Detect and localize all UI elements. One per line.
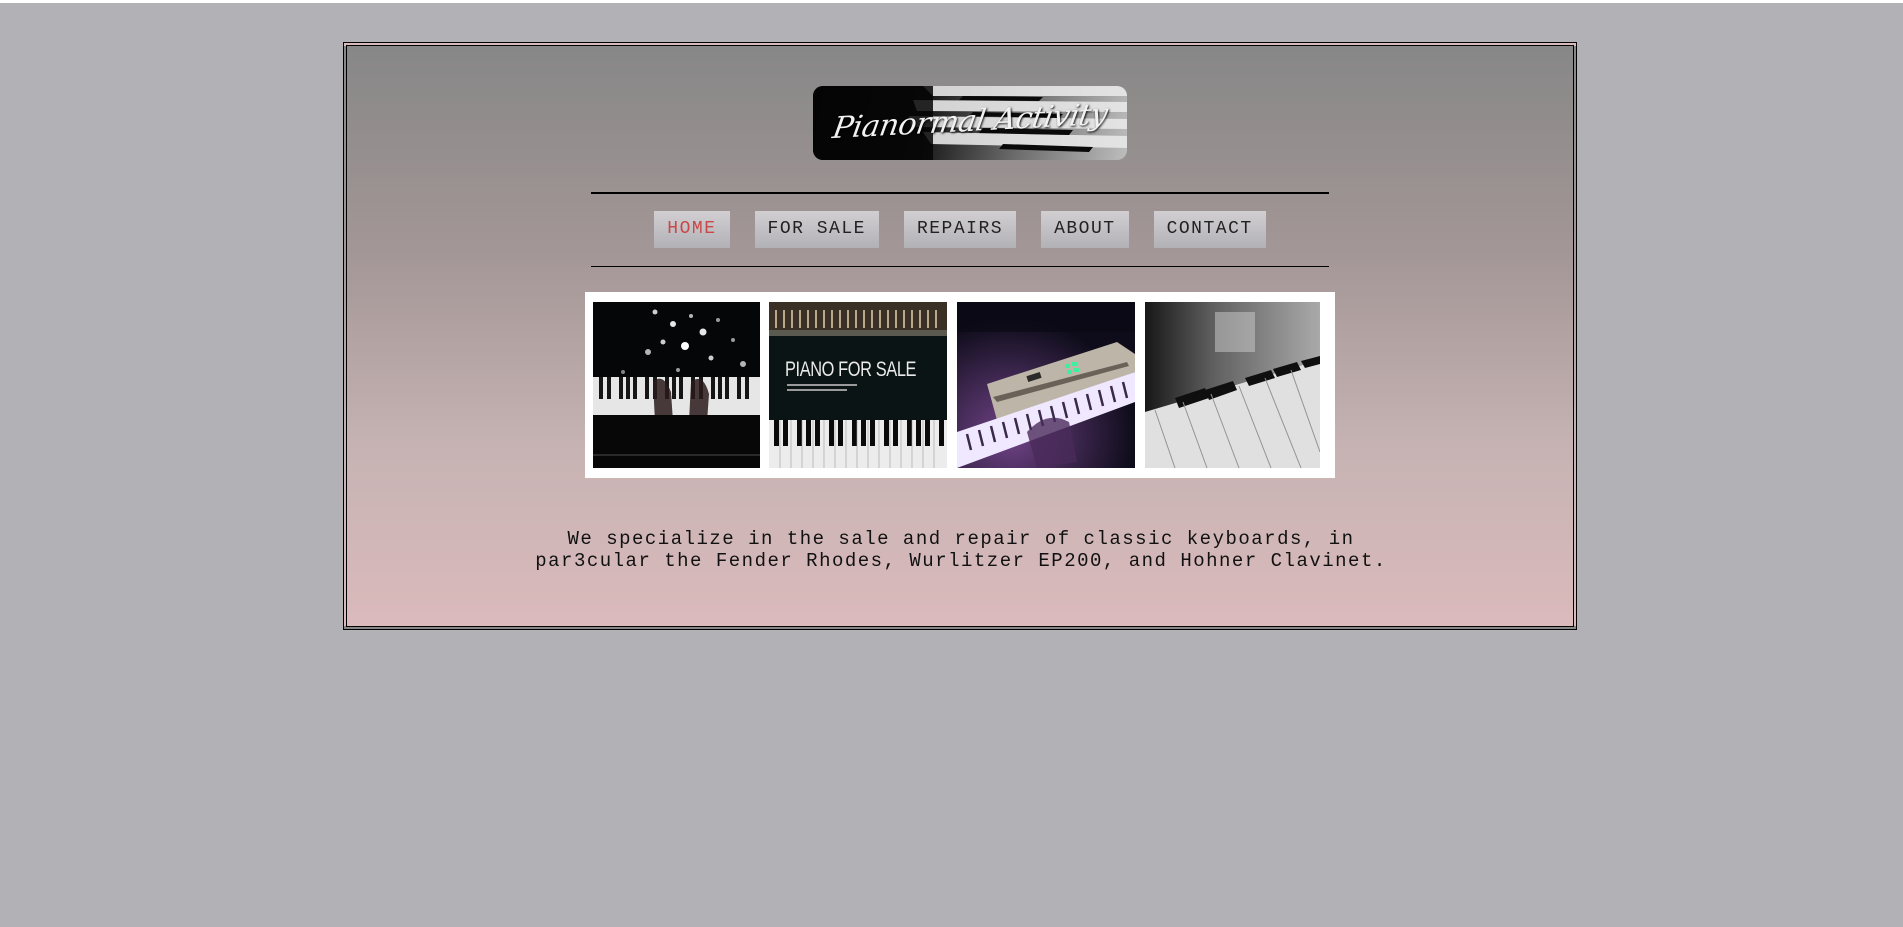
- piano-for-sale-photo[interactable]: PIANO FOR SALE: [769, 302, 947, 468]
- nav-home[interactable]: HOME: [654, 211, 730, 248]
- nav-about[interactable]: ABOUT: [1041, 211, 1129, 248]
- page-container: Pianormal Activity HOME FOR SALE REPAIRS…: [343, 42, 1577, 630]
- nav-repairs[interactable]: REPAIRS: [903, 211, 1017, 248]
- piano-keys-bw-photo[interactable]: [1145, 302, 1320, 468]
- nav-contact[interactable]: CONTACT: [1153, 211, 1266, 248]
- main-nav: HOME FOR SALE REPAIRS ABOUT CONTACT: [347, 211, 1573, 248]
- nav-top-divider: [591, 192, 1329, 194]
- piano-for-sale-caption: PIANO FOR SALE: [785, 358, 917, 381]
- site-logo[interactable]: Pianormal Activity: [813, 86, 1127, 160]
- piano-hands-lights-photo[interactable]: [593, 302, 760, 468]
- nav-bottom-divider: [591, 266, 1329, 267]
- photo-gallery: PIANO FOR SALE: [585, 292, 1335, 478]
- tagline-text: We specialize in the sale and repair of …: [535, 528, 1387, 572]
- top-edge-line: [0, 0, 1903, 3]
- synth-keyboard-photo[interactable]: [957, 302, 1135, 468]
- nav-for-sale[interactable]: FOR SALE: [754, 211, 879, 248]
